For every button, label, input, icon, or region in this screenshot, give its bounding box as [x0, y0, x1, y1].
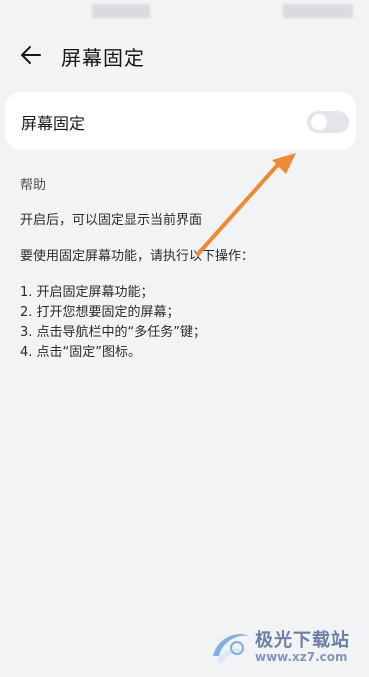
watermark-url: www.xz7.com — [255, 650, 348, 664]
page-title: 屏幕固定 — [61, 46, 145, 70]
screen-pinning-toggle[interactable] — [307, 111, 349, 133]
back-button[interactable] — [14, 40, 48, 70]
help-description: 开启后，可以固定显示当前界面 — [20, 213, 203, 228]
help-instructions-intro: 要使用固定屏幕功能，请执行以下操作： — [20, 249, 255, 264]
toggle-knob — [311, 114, 327, 130]
help-steps-list: 1. 开启固定屏幕功能； 2. 打开您想要固定的屏幕； 3. 点击导航栏中的“多… — [20, 283, 350, 363]
help-step: 3. 点击导航栏中的“多任务”键； — [20, 325, 207, 340]
screen-pinning-label: 屏幕固定 — [21, 114, 86, 133]
status-bar — [0, 0, 369, 24]
watermark-name: 极光下载站 — [255, 630, 350, 651]
help-step: 2. 打开您想要固定的屏幕； — [20, 305, 180, 320]
help-title: 帮助 — [20, 178, 47, 193]
xz7-logo-icon — [213, 634, 249, 664]
status-bar-time-blurred — [92, 4, 150, 18]
help-step: 1. 开启固定屏幕功能； — [20, 285, 154, 300]
header: 屏幕固定 — [0, 34, 369, 78]
status-bar-icons-blurred — [283, 4, 353, 18]
help-step: 4. 点击“固定”图标。 — [20, 345, 142, 360]
arrow-left-icon — [21, 46, 41, 64]
help-section: 帮助 开启后，可以固定显示当前界面 要使用固定屏幕功能，请执行以下操作： 1. … — [20, 174, 350, 363]
screen-pinning-card: 屏幕固定 — [5, 92, 356, 150]
watermark: 极光下载站 www.xz7.com — [207, 624, 367, 672]
